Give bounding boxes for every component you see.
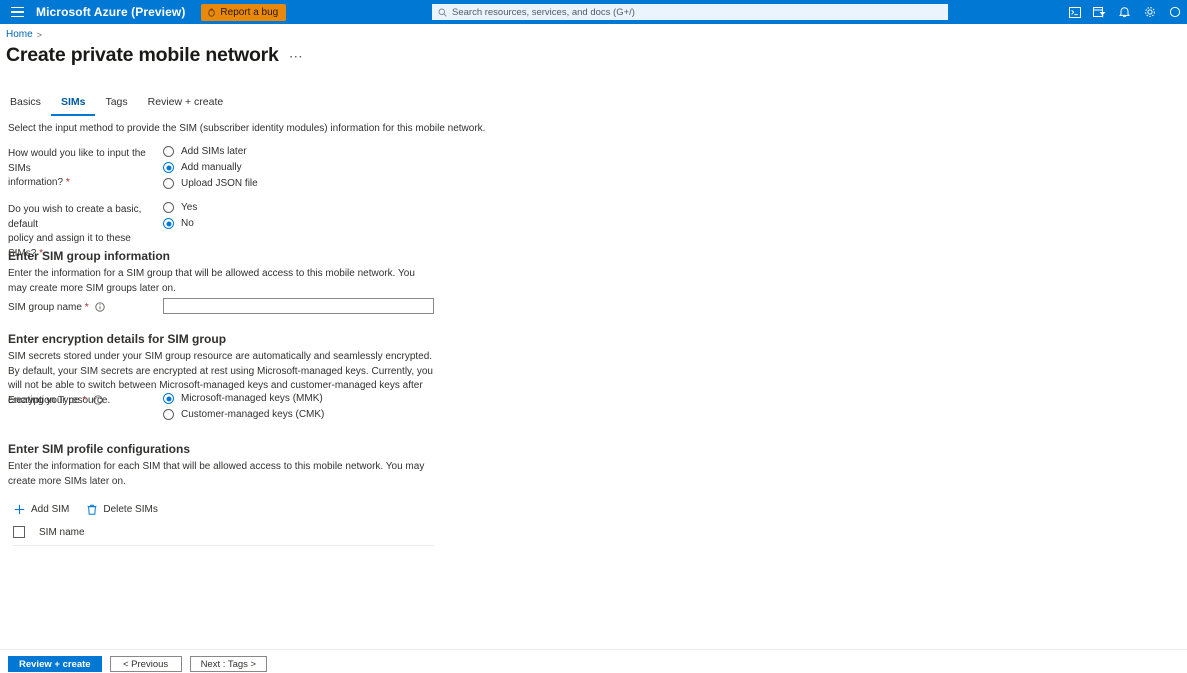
sim-group-name-required-marker: *: [84, 302, 89, 313]
top-bar-icon-group: [1062, 0, 1187, 24]
search-icon: [438, 8, 447, 17]
radio-label: Yes: [181, 202, 198, 213]
default-policy-label-line1: Do you wish to create a basic, default: [8, 204, 142, 230]
cloud-shell-icon[interactable]: [1062, 0, 1087, 24]
column-header-sim-name: SIM name: [39, 526, 85, 538]
page-more-menu-icon[interactable]: ⋯: [289, 49, 303, 67]
tab-review-create[interactable]: Review + create: [138, 96, 234, 116]
report-a-bug-label: Report a bug: [220, 6, 279, 18]
radio-dot: [163, 409, 174, 420]
radio-customer-managed-keys[interactable]: Customer-managed keys (CMK): [163, 407, 324, 422]
help-question-icon[interactable]: [1162, 0, 1187, 24]
info-icon[interactable]: [93, 395, 103, 406]
search-input[interactable]: [452, 6, 942, 18]
sims-intro-text: Select the input method to provide the S…: [8, 123, 486, 134]
default-policy-radio-group: Yes No: [163, 200, 197, 232]
radio-microsoft-managed-keys[interactable]: Microsoft-managed keys (MMK): [163, 391, 324, 406]
page-title: Create private mobile network ⋯: [6, 44, 303, 67]
trash-icon: [87, 504, 97, 515]
next-tags-button[interactable]: Next : Tags >: [189, 656, 268, 672]
footer-divider: [0, 649, 1187, 650]
report-a-bug-button[interactable]: Report a bug: [201, 3, 287, 21]
radio-upload-json-file[interactable]: Upload JSON file: [163, 176, 258, 191]
radio-dot: [163, 202, 174, 213]
sim-profiles-section-heading: Enter SIM profile configurations: [8, 442, 191, 456]
plus-icon: [14, 504, 25, 515]
radio-label: Add manually: [181, 162, 242, 173]
input-method-label-line1: How would you like to input the SIMs: [8, 148, 146, 174]
page-title-text: Create private mobile network: [6, 44, 279, 66]
tab-tags[interactable]: Tags: [95, 96, 137, 116]
input-method-required-marker: *: [65, 177, 70, 188]
previous-button[interactable]: < Previous: [109, 656, 182, 672]
sim-group-description: Enter the information for a SIM group th…: [8, 268, 415, 294]
sim-group-name-label: SIM group name *: [8, 301, 106, 316]
input-method-label-line2: information?: [8, 177, 64, 188]
sim-group-name-label-text: SIM group name: [8, 302, 82, 313]
top-navigation-bar: Microsoft Azure (Preview) Report a bug: [0, 0, 1187, 24]
delete-sims-label: Delete SIMs: [103, 504, 158, 515]
global-search-box[interactable]: [432, 4, 948, 20]
add-sim-button[interactable]: Add SIM: [14, 504, 69, 515]
bug-icon: [208, 8, 216, 17]
breadcrumb-separator: >: [36, 29, 42, 40]
encryption-section-heading: Enter encryption details for SIM group: [8, 332, 227, 346]
sim-group-section-heading: Enter SIM group information: [8, 249, 170, 263]
input-method-radio-group: Add SIMs later Add manually Upload JSON …: [163, 144, 258, 192]
radio-label: Microsoft-managed keys (MMK): [181, 393, 323, 404]
radio-policy-no[interactable]: No: [163, 216, 197, 231]
sim-list-header-row: SIM name: [13, 526, 434, 546]
radio-label: Upload JSON file: [181, 178, 258, 189]
add-sim-label: Add SIM: [31, 504, 70, 515]
review-create-button[interactable]: Review + create: [8, 656, 102, 672]
sim-profiles-description: Enter the information for each SIM that …: [8, 461, 425, 487]
sim-group-name-input[interactable]: [163, 298, 434, 314]
settings-gear-icon[interactable]: [1137, 0, 1162, 24]
hamburger-icon[interactable]: [0, 0, 34, 24]
encryption-type-label: Encryption Type *: [8, 394, 103, 409]
info-icon[interactable]: [95, 302, 106, 313]
directories-filter-icon[interactable]: [1087, 0, 1112, 24]
wizard-footer: Review + create < Previous Next : Tags >: [8, 656, 268, 672]
notifications-bell-icon[interactable]: [1112, 0, 1137, 24]
sim-profiles-command-bar: Add SIM Delete SIMs: [14, 504, 158, 515]
radio-label: Customer-managed keys (CMK): [181, 409, 325, 420]
radio-label: Add SIMs later: [181, 146, 247, 157]
azure-brand-label[interactable]: Microsoft Azure (Preview): [36, 5, 185, 19]
delete-sims-button[interactable]: Delete SIMs: [87, 504, 158, 515]
tab-basics[interactable]: Basics: [8, 96, 51, 116]
tab-sims[interactable]: SIMs: [50, 96, 96, 116]
encryption-type-required-marker: *: [82, 395, 87, 406]
radio-dot: [163, 146, 174, 157]
input-method-label: How would you like to input the SIMs inf…: [8, 147, 154, 191]
radio-policy-yes[interactable]: Yes: [163, 200, 197, 215]
encryption-type-label-text: Encryption Type: [8, 395, 80, 406]
breadcrumb: Home >: [6, 29, 42, 40]
radio-dot: [163, 178, 174, 189]
radio-dot: [163, 393, 174, 404]
radio-dot: [163, 162, 174, 173]
wizard-tabs: Basics SIMs Tags Review + create: [8, 96, 233, 116]
breadcrumb-item-home[interactable]: Home: [6, 29, 33, 40]
encryption-type-radio-group: Microsoft-managed keys (MMK) Customer-ma…: [163, 391, 324, 423]
radio-add-manually[interactable]: Add manually: [163, 160, 258, 175]
radio-add-sims-later[interactable]: Add SIMs later: [163, 144, 258, 159]
select-all-sims-checkbox[interactable]: [13, 526, 25, 538]
radio-dot: [163, 218, 174, 229]
radio-label: No: [181, 218, 194, 229]
